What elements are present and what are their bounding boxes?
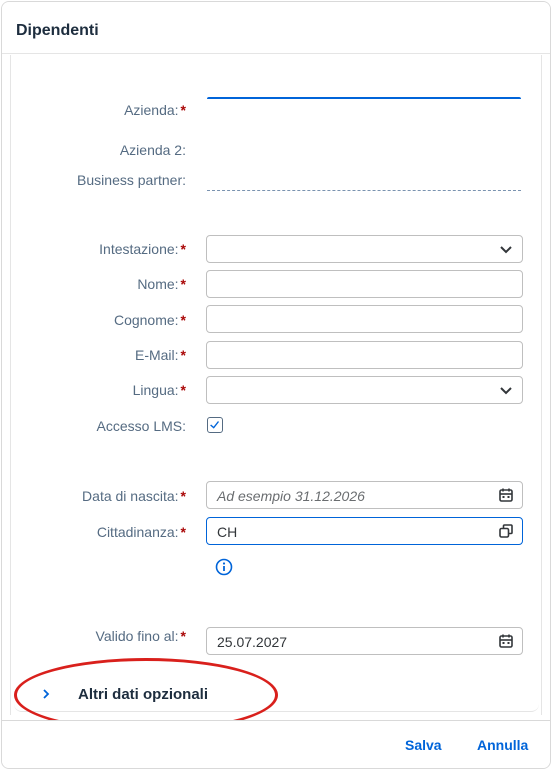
cognome-input[interactable] xyxy=(206,305,523,333)
checkmark-icon xyxy=(210,421,220,429)
cognome-label: Cognome: * xyxy=(114,312,186,328)
required-marker: * xyxy=(180,276,186,292)
cognome-label-text: Cognome: xyxy=(113,312,179,328)
required-marker: * xyxy=(180,241,186,257)
azienda2-label: Azienda 2: xyxy=(119,142,186,158)
azienda-field[interactable] xyxy=(207,97,521,123)
cancel-button[interactable]: Annulla xyxy=(477,737,528,753)
nome-label-text: Nome: xyxy=(137,276,179,292)
info-icon[interactable] xyxy=(215,558,233,576)
nome-input[interactable] xyxy=(206,270,523,298)
lingua-label: Lingua: * xyxy=(133,382,186,398)
valido-fino-label: Valido fino al: * xyxy=(96,628,186,644)
azienda-label-text: Azienda: xyxy=(124,102,179,118)
dialog-footer: Salva Annulla xyxy=(2,720,550,768)
cittadinanza-label-text: Cittadinanza: xyxy=(96,524,179,540)
required-marker: * xyxy=(180,102,186,118)
dialog-content: Azienda: * Azienda 2: Business partner: I… xyxy=(10,55,542,715)
valido-fino-value: 25.07.2027 xyxy=(217,634,288,650)
required-marker: * xyxy=(180,628,186,644)
data-nascita-label-text: Data di nascita: xyxy=(82,488,179,504)
business-partner-field[interactable] xyxy=(207,163,521,191)
employee-dialog: Dipendenti Azienda: * Azienda 2: Business… xyxy=(1,1,551,769)
valido-fino-input[interactable]: 25.07.2027 xyxy=(206,627,523,655)
email-label-text: E-Mail: xyxy=(134,347,179,363)
accesso-lms-checkbox[interactable] xyxy=(207,417,223,433)
intestazione-label: Intestazione: * xyxy=(99,241,186,257)
required-marker: * xyxy=(180,524,186,540)
chevron-down-icon xyxy=(500,387,512,395)
data-nascita-label: Data di nascita: * xyxy=(82,488,186,504)
required-marker: * xyxy=(180,382,186,398)
calendar-icon[interactable] xyxy=(498,487,514,503)
valido-fino-label-text: Valido fino al: xyxy=(95,628,179,644)
required-marker: * xyxy=(180,488,186,504)
chevron-down-icon xyxy=(500,246,512,254)
email-input[interactable] xyxy=(206,341,523,369)
business-partner-label: Business partner: xyxy=(77,172,186,188)
calendar-icon[interactable] xyxy=(498,633,514,649)
lingua-label-text: Lingua: xyxy=(132,382,179,398)
data-nascita-input[interactable]: Ad esempio 31.12.2026 xyxy=(206,481,523,509)
value-help-icon[interactable] xyxy=(498,523,514,539)
cittadinanza-value: CH xyxy=(217,524,238,540)
dialog-header: Dipendenti xyxy=(2,2,550,54)
dialog-title: Dipendenti xyxy=(16,22,99,39)
email-label: E-Mail: * xyxy=(135,347,186,363)
save-button[interactable]: Salva xyxy=(405,737,442,753)
cittadinanza-input[interactable]: CH xyxy=(206,517,523,545)
accesso-lms-label: Accesso LMS: xyxy=(96,418,186,434)
intestazione-select[interactable] xyxy=(206,235,523,263)
required-marker: * xyxy=(180,312,186,328)
lingua-select[interactable] xyxy=(206,376,523,404)
intestazione-label-text: Intestazione: xyxy=(99,241,179,257)
cittadinanza-label: Cittadinanza: * xyxy=(97,524,186,540)
data-nascita-placeholder: Ad esempio 31.12.2026 xyxy=(217,488,365,504)
azienda2-field[interactable] xyxy=(207,135,524,163)
azienda-label: Azienda: * xyxy=(124,102,186,118)
required-marker: * xyxy=(180,347,186,363)
nome-label: Nome: * xyxy=(137,276,186,292)
